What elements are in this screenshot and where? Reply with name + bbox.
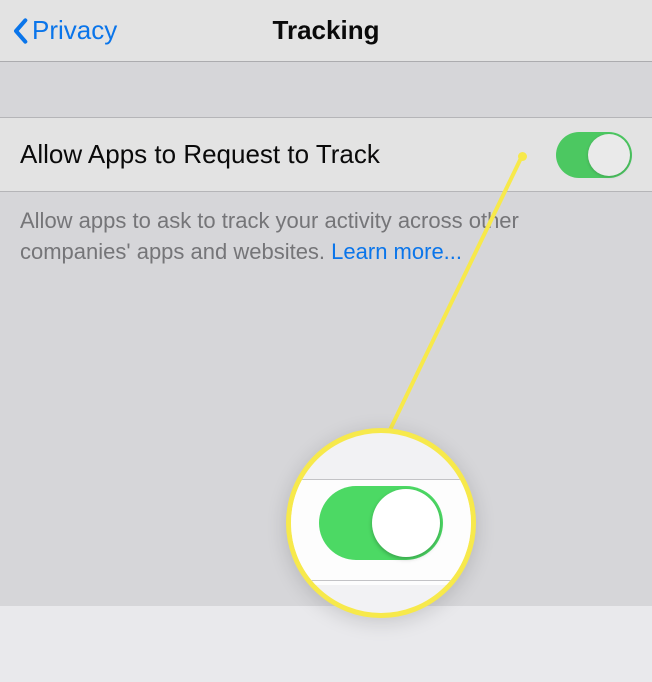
callout-divider-top — [291, 479, 471, 480]
allow-tracking-row: Allow Apps to Request to Track — [0, 118, 652, 192]
allow-tracking-label: Allow Apps to Request to Track — [20, 139, 380, 170]
callout-anchor-dot — [518, 152, 527, 161]
navigation-bar: Privacy Tracking — [0, 0, 652, 62]
magnified-toggle-knob — [372, 489, 440, 557]
allow-tracking-toggle[interactable] — [556, 132, 632, 178]
callout-divider-bottom — [291, 580, 471, 581]
callout-magnifier — [286, 428, 476, 618]
back-label: Privacy — [32, 15, 117, 46]
magnified-toggle — [319, 486, 443, 560]
section-spacer — [0, 62, 652, 118]
toggle-knob — [588, 134, 630, 176]
chevron-left-icon — [12, 17, 28, 45]
learn-more-link[interactable]: Learn more... — [331, 239, 462, 264]
page-title: Tracking — [273, 15, 380, 46]
back-button[interactable]: Privacy — [0, 15, 117, 46]
setting-description: Allow apps to ask to track your activity… — [0, 192, 652, 282]
